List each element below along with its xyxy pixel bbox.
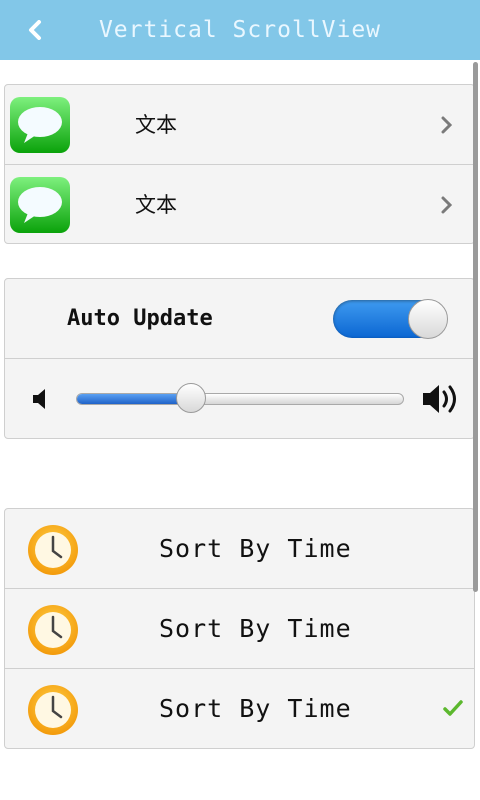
list-item-label: 文本 — [135, 113, 177, 137]
sort-label: Sort By Time — [159, 534, 352, 563]
sort-list-group: Sort By Time Sort By Time Sort By Time — [4, 508, 475, 749]
toggle-knob — [408, 299, 448, 339]
volume-slider[interactable] — [76, 393, 404, 405]
volume-row — [5, 359, 474, 438]
clock-icon — [28, 685, 78, 735]
settings-group: Auto Update — [4, 278, 475, 439]
auto-update-row: Auto Update — [5, 279, 474, 359]
list-item-label: 文本 — [135, 193, 177, 217]
chevron-right-icon — [441, 116, 453, 134]
back-button[interactable] — [18, 14, 52, 46]
sort-label: Sort By Time — [159, 694, 352, 723]
sort-row[interactable]: Sort By Time — [5, 509, 474, 589]
volume-slider-thumb[interactable] — [175, 383, 206, 413]
title-bar: Vertical ScrollView — [0, 0, 480, 60]
clock-icon — [28, 525, 78, 575]
message-bubble-icon — [10, 97, 70, 153]
auto-update-toggle[interactable] — [333, 299, 448, 339]
clock-icon — [28, 605, 78, 655]
checkmark-icon — [443, 700, 463, 716]
sort-row-selected[interactable]: Sort By Time — [5, 669, 474, 748]
list-item[interactable]: 文本 — [5, 165, 474, 243]
scrollbar[interactable] — [473, 62, 478, 592]
auto-update-label: Auto Update — [67, 306, 213, 331]
volume-slider-fill — [77, 394, 192, 404]
message-list-group: 文本 文本 — [4, 84, 475, 244]
volume-low-icon — [33, 389, 45, 409]
sort-label: Sort By Time — [159, 614, 352, 643]
message-bubble-icon — [10, 177, 70, 233]
volume-high-icon — [423, 385, 456, 413]
sort-row[interactable]: Sort By Time — [5, 589, 474, 669]
list-item[interactable]: 文本 — [5, 85, 474, 165]
page-title: Vertical ScrollView — [98, 17, 382, 43]
chevron-right-icon — [441, 196, 453, 214]
chevron-left-icon — [29, 20, 41, 40]
